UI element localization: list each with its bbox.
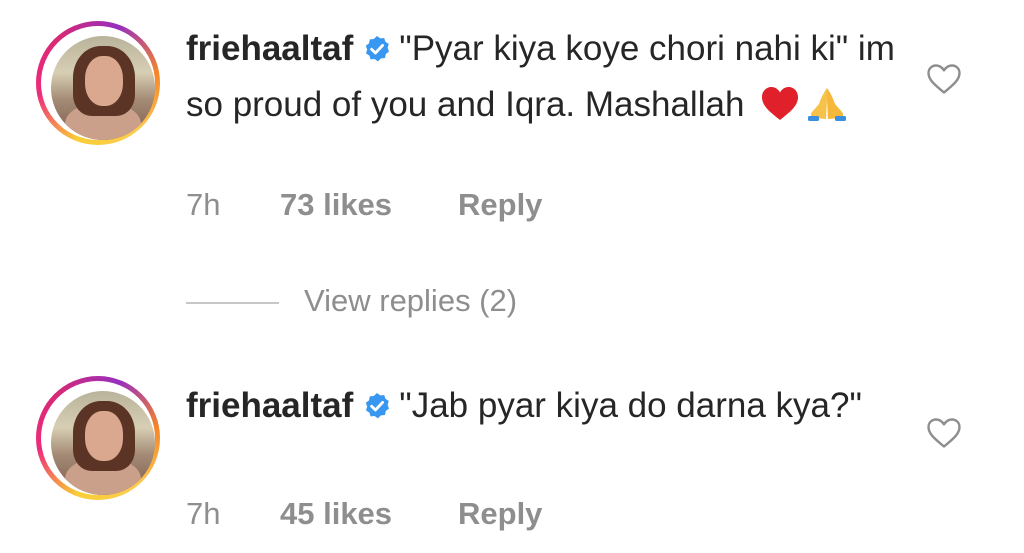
comment-2: friehaaltaf "Jab pyar kiya do darna kya?"… — [0, 365, 1024, 553]
comment-text-block: friehaaltaf "Pyar kiya koye chori nahi ki… — [186, 22, 906, 137]
likes-count[interactable]: 73 likes — [280, 187, 392, 223]
story-ring[interactable] — [36, 376, 160, 500]
story-ring[interactable] — [36, 21, 160, 145]
verified-badge-icon — [363, 25, 391, 78]
heart-outline-icon[interactable] — [926, 417, 962, 449]
timestamp: 7h — [186, 187, 221, 222]
view-replies[interactable]: View replies (2) — [186, 283, 586, 323]
timestamp: 7h — [186, 496, 221, 531]
avatar[interactable] — [51, 391, 155, 495]
folded-hands-emoji — [806, 84, 848, 137]
avatar[interactable] — [51, 36, 155, 140]
likes-count[interactable]: 45 likes — [280, 496, 392, 532]
username[interactable]: friehaaltaf — [186, 386, 353, 425]
reply-button[interactable]: Reply — [458, 187, 542, 223]
replies-divider — [186, 302, 279, 304]
heart-outline-icon[interactable] — [926, 63, 962, 95]
comment-1: friehaaltaf "Pyar kiya koye chori nahi ki… — [0, 0, 1024, 270]
reply-button[interactable]: Reply — [458, 496, 542, 532]
comment-body: "Jab pyar kiya do darna kya?" — [399, 386, 862, 425]
comment-text-block: friehaaltaf "Jab pyar kiya do darna kya?" — [186, 379, 906, 435]
view-replies-label[interactable]: View replies (2) — [304, 283, 517, 319]
username[interactable]: friehaaltaf — [186, 29, 353, 68]
verified-badge-icon — [363, 382, 391, 435]
red-heart-emoji — [760, 84, 800, 137]
